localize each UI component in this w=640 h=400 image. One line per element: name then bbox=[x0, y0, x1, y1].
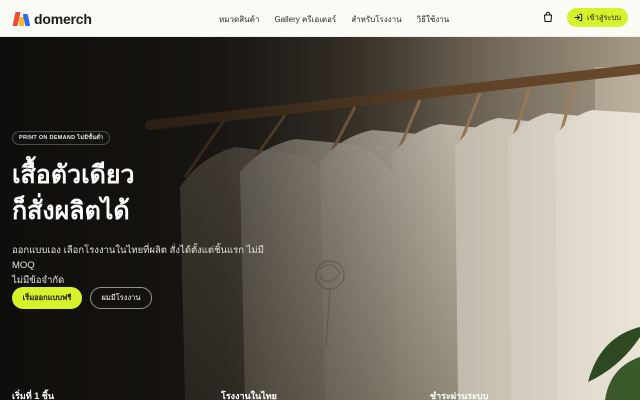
feature-pay-via-system: ชำระผ่านระบบ bbox=[430, 391, 489, 400]
top-navbar: domerch หมวดสินค้า Gallery ครีเอเตอร์ สำ… bbox=[0, 0, 640, 37]
subtitle-line-1: ออกแบบเอง เลือกโรงงานในไทยที่ผลิต สั่งได… bbox=[12, 245, 264, 271]
have-factory-button[interactable]: ผมมีโรงงาน bbox=[90, 287, 152, 309]
feature-row: เริ่มที่ 1 ชิ้น โรงงานในไทย ชำระผ่านระบบ bbox=[0, 389, 640, 400]
login-icon bbox=[574, 13, 583, 22]
nav-link-gallery[interactable]: Gallery ครีเอเตอร์ bbox=[274, 13, 336, 26]
login-button[interactable]: เข้าสู่ระบบ bbox=[567, 8, 628, 27]
nav-link-factories[interactable]: สำหรับโรงงาน bbox=[351, 13, 401, 26]
hero-headline: เสื้อตัวเดียว ก็สั่งผลิตได้ bbox=[12, 157, 312, 229]
brand-logo[interactable]: domerch bbox=[12, 11, 92, 27]
cart-icon[interactable] bbox=[542, 11, 554, 23]
brand-name: domerch bbox=[34, 11, 92, 27]
main-menu: หมวดสินค้า Gallery ครีเอเตอร์ สำหรับโรงง… bbox=[219, 13, 464, 26]
hero-section: PRINT ON DEMAND ไม่มีขั้นต่ำ เสื้อตัวเดี… bbox=[0, 37, 640, 400]
start-design-button[interactable]: เริ่มออกแบบฟรี bbox=[12, 287, 82, 309]
subtitle-line-2: ไม่มีข้อจำกัด bbox=[12, 275, 65, 286]
hero-subtitle: ออกแบบเอง เลือกโรงงานในไทยที่ผลิต สั่งได… bbox=[12, 243, 274, 288]
headline-line-2: ก็สั่งผลิตได้ bbox=[12, 196, 130, 225]
logo-mark-icon bbox=[12, 12, 32, 26]
nav-link-how-to[interactable]: วิธีใช้งาน bbox=[417, 13, 450, 26]
login-label: เข้าสู่ระบบ bbox=[586, 12, 622, 22]
headline-line-1: เสื้อตัวเดียว bbox=[12, 160, 135, 189]
feature-thai-factory: โรงงานในไทย bbox=[221, 391, 277, 400]
nav-link-categories[interactable]: หมวดสินค้า bbox=[219, 13, 259, 26]
feature-min-one: เริ่มที่ 1 ชิ้น bbox=[12, 391, 55, 400]
print-on-demand-badge: PRINT ON DEMAND ไม่มีขั้นต่ำ bbox=[12, 131, 111, 145]
